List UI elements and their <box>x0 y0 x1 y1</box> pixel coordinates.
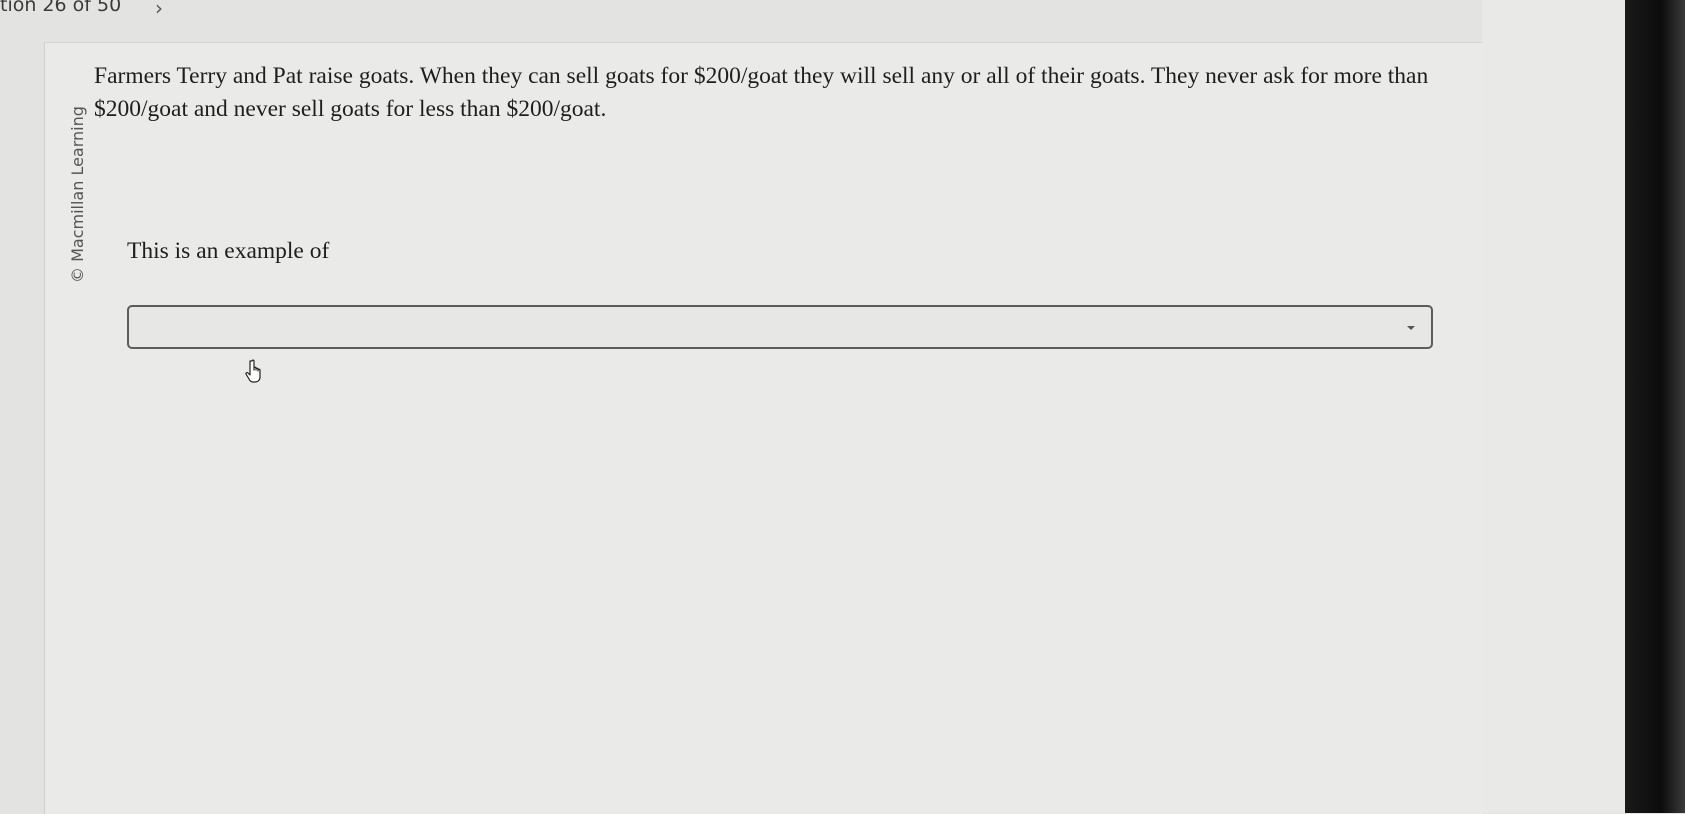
question-prompt: This is an example of <box>127 238 330 264</box>
question-panel <box>44 42 1483 814</box>
copyright-text: © Macmillan Learning <box>68 106 87 283</box>
question-text: Farmers Terry and Pat raise goats. When … <box>94 63 1429 122</box>
hand-pointer-icon <box>245 359 261 383</box>
top-navigation-bar: tion 26 of 50 › <box>0 0 1640 40</box>
copyright-notice: © Macmillan Learning <box>66 78 88 283</box>
monitor-bezel <box>1625 0 1685 813</box>
question-counter: tion 26 of 50 <box>0 0 122 16</box>
chevron-right-icon[interactable]: › <box>155 0 163 20</box>
right-margin <box>1482 0 1625 813</box>
caret-down-icon <box>1407 326 1415 330</box>
answer-dropdown[interactable] <box>127 305 1433 349</box>
